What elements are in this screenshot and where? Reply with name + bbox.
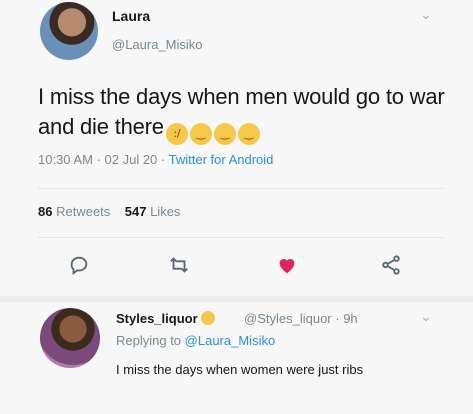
reply-icon[interactable] (68, 254, 90, 276)
retweets-count[interactable]: 86 (38, 204, 52, 219)
replying-prefix: Replying to (116, 333, 182, 348)
reply-author-name[interactable]: Styles_liquor (116, 311, 215, 326)
tweet-text: I miss the days when men would go to war… (38, 82, 458, 145)
retweet-icon[interactable] (168, 254, 190, 276)
tears-of-joy-icon: ‿ (213, 123, 236, 145)
retweets-label[interactable]: Retweets (56, 204, 110, 219)
divider (38, 237, 443, 238)
chevron-down-icon[interactable]: ⌄ (420, 308, 432, 325)
author-name[interactable]: Laura (112, 8, 150, 24)
tweet-stats: 86 Retweets 547 Likes (38, 204, 180, 219)
likes-count[interactable]: 547 (125, 204, 147, 219)
reply-avatar[interactable] (40, 308, 100, 368)
action-bar (0, 254, 473, 280)
reply-handle-time: @Styles_liquor · 9h (244, 311, 358, 326)
heart-icon[interactable] (276, 254, 298, 276)
tears-of-joy-icon: ‿ (237, 123, 260, 145)
confused-face-icon: :/ (165, 123, 188, 145)
tweet-source[interactable]: Twitter for Android (169, 152, 274, 167)
tweet-card: Laura @Laura_Misiko ⌄ I miss the days wh… (0, 0, 473, 414)
tweet-date: 02 Jul 20 (104, 152, 158, 167)
relieved-face-icon: ‿ (189, 123, 212, 145)
smiley-icon (200, 311, 215, 325)
reply-text: I miss the days when women were just rib… (116, 362, 364, 377)
author-handle[interactable]: @Laura_Misiko (112, 37, 203, 52)
replying-mention[interactable]: @Laura_Misiko (185, 333, 276, 348)
replying-to: Replying to @Laura_Misiko (116, 333, 275, 348)
reply-author-handle[interactable]: @Styles_liquor (244, 311, 332, 326)
share-icon[interactable] (380, 254, 402, 276)
tweet-time: 10:30 AM (38, 152, 93, 167)
thread-separator (0, 296, 473, 302)
reply-age: 9h (343, 311, 358, 326)
tweet-meta: 10:30 AM · 02 Jul 20 · Twitter for Andro… (38, 152, 274, 167)
avatar[interactable] (40, 2, 98, 60)
divider (38, 188, 443, 189)
chevron-down-icon[interactable]: ⌄ (420, 6, 432, 23)
likes-label[interactable]: Likes (150, 204, 180, 219)
